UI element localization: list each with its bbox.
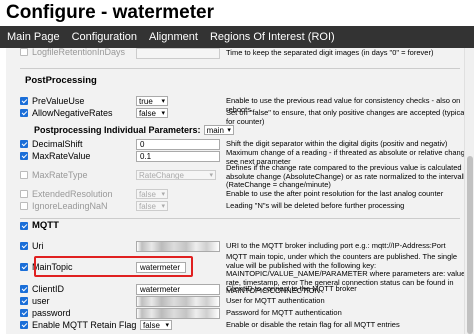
max-rate-value-label: MaxRateValue <box>32 151 91 161</box>
retain-flag-desc: Enable or disable the retain flag for al… <box>226 321 400 329</box>
page-title: Configure - watermeter <box>6 2 214 23</box>
logfile-retention-input[interactable] <box>136 48 220 59</box>
nav-bar: Main Page Configuration Alignment Region… <box>0 26 474 48</box>
ignore-leading-nan-select[interactable]: false <box>136 201 168 211</box>
uri-desc: URI to the MQTT broker including port e.… <box>226 242 446 250</box>
allow-negative-rates-label: AllowNegativeRates <box>32 108 113 118</box>
allow-negative-rates-desc: Set on "false" to ensure, that only posi… <box>226 109 472 126</box>
postprocessing-title: PostProcessing <box>25 75 97 86</box>
uri-label: Uri <box>32 241 44 251</box>
retain-flag-label: Enable MQTT Retain Flag <box>32 320 137 330</box>
uri-input[interactable] <box>136 241 220 252</box>
nav-roi[interactable]: Regions Of Interest (ROI) <box>204 26 341 48</box>
section-separator <box>20 68 460 69</box>
row-retain-flag: Enable MQTT Retain Flag <box>20 318 147 332</box>
page-header: Configure - watermeter <box>0 0 474 25</box>
ignore-leading-nan-label: IgnoreLeadingNaN <box>32 201 108 211</box>
mqtt-enable-checkbox[interactable] <box>20 221 28 230</box>
extended-resolution-select[interactable]: false <box>136 189 168 199</box>
decimal-shift-input[interactable]: 0 <box>136 139 220 150</box>
row-max-rate-type: MaxRateType <box>20 168 127 182</box>
allow-negative-rates-select[interactable]: false <box>136 108 168 118</box>
ignore-leading-nan-checkbox[interactable] <box>20 202 28 210</box>
main-topic-checkbox[interactable] <box>20 263 28 271</box>
nav-main-page[interactable]: Main Page <box>0 26 66 48</box>
max-rate-value-checkbox[interactable] <box>20 152 28 160</box>
max-rate-type-desc: Defines if the change rate compared to t… <box>226 164 472 189</box>
nav-alignment[interactable]: Alignment <box>143 26 204 48</box>
row-max-rate-value: MaxRateValue <box>20 149 127 163</box>
ignore-leading-nan-desc: Leading "N"s will be deleted before furt… <box>226 202 405 210</box>
prevalue-use-checkbox[interactable] <box>20 97 28 105</box>
individual-params-select[interactable]: main <box>203 125 234 135</box>
max-rate-type-select[interactable]: RateChange <box>136 170 216 180</box>
nav-configuration[interactable]: Configuration <box>66 26 143 48</box>
user-desc: User for MQTT authentication <box>226 297 325 305</box>
logfile-retention-desc: Time to keep the separated digit images … <box>226 49 434 57</box>
individual-params-label: Postprocessing Individual Parameters: <box>34 125 201 135</box>
max-rate-type-label: MaxRateType <box>32 170 88 180</box>
scrollbar-thumb[interactable] <box>467 156 473 334</box>
max-rate-value-input[interactable]: 0.1 <box>136 151 220 162</box>
allow-negative-rates-checkbox[interactable] <box>20 109 28 117</box>
uri-checkbox[interactable] <box>20 242 28 250</box>
config-content: LogfileRetentionInDays Time to keep the … <box>0 48 474 334</box>
user-input[interactable] <box>136 296 220 307</box>
row-ignore-leading-nan: IgnoreLeadingNaN <box>20 199 127 213</box>
extended-resolution-checkbox[interactable] <box>20 190 28 198</box>
password-desc: Password for MQTT authentication <box>226 309 342 317</box>
extended-resolution-label: ExtendedResolution <box>32 189 113 199</box>
client-id-label: ClientID <box>32 284 65 294</box>
decimal-shift-desc: Shift the digit separator within the dig… <box>226 140 448 148</box>
user-checkbox[interactable] <box>20 297 28 305</box>
decimal-shift-checkbox[interactable] <box>20 140 28 148</box>
extended-resolution-desc: Enable to use the after point resolution… <box>226 190 444 198</box>
row-mqtt-uri: Uri <box>20 239 127 253</box>
row-allow-negative-rates: AllowNegativeRates <box>20 106 127 120</box>
client-id-checkbox[interactable] <box>20 285 28 293</box>
mqtt-section-title: MQTT <box>20 220 59 231</box>
password-checkbox[interactable] <box>20 309 28 317</box>
mqtt-title-label: MQTT <box>32 220 59 231</box>
prevalue-use-label: PreValueUse <box>32 96 85 106</box>
password-label: password <box>32 308 71 318</box>
retain-flag-select[interactable]: false <box>140 320 172 330</box>
config-frame: LogfileRetentionInDays Time to keep the … <box>6 48 474 334</box>
logfile-retention-label: LogfileRetentionInDays <box>32 48 126 57</box>
user-label: user <box>32 296 50 306</box>
prevalue-use-select[interactable]: true <box>136 96 168 106</box>
row-logfile-retention: LogfileRetentionInDays <box>20 48 127 59</box>
section-separator <box>20 218 460 219</box>
max-rate-type-checkbox[interactable] <box>20 171 28 179</box>
client-id-input[interactable]: watermeter <box>136 284 220 295</box>
logfile-retention-checkbox[interactable] <box>20 48 28 56</box>
client-id-desc: ClientID to connect to the MQTT broker <box>226 285 357 293</box>
main-topic-highlight <box>34 256 193 277</box>
decimal-shift-label: DecimalShift <box>32 139 83 149</box>
vertical-scrollbar[interactable] <box>464 48 474 334</box>
password-input[interactable] <box>136 308 220 319</box>
retain-flag-checkbox[interactable] <box>20 321 28 329</box>
individual-params-title: Postprocessing Individual Parameters: ma… <box>34 125 234 135</box>
